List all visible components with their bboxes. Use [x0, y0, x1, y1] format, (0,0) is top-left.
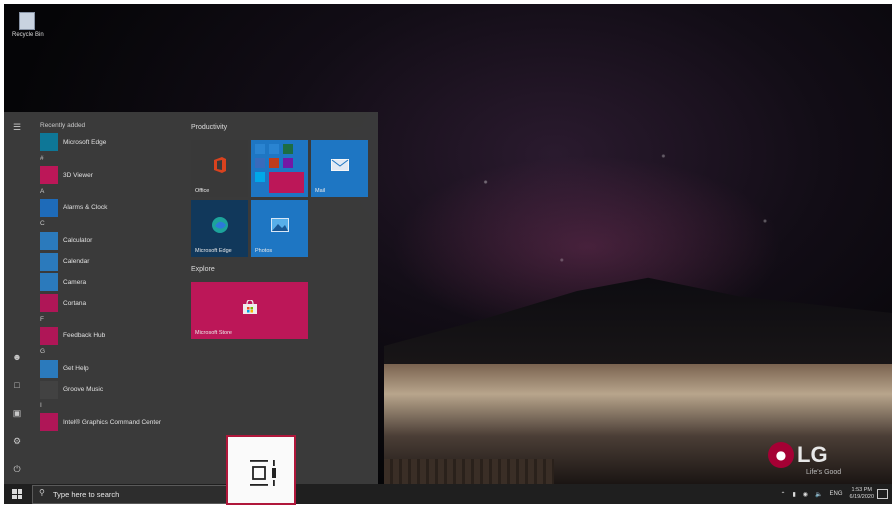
app-list: Recently added Microsoft Edge #3D Viewer A A…: [40, 120, 180, 433]
search-placeholder: Type here to search: [53, 490, 120, 499]
edge-icon: [40, 133, 58, 152]
lg-wordmark: LG: [797, 442, 828, 467]
tile-store-label: Microsoft Store: [195, 330, 232, 336]
action-center-icon[interactable]: [877, 489, 888, 499]
app-list-item-label: Microsoft Edge: [63, 138, 107, 146]
system-tray: ⌃ ▮ ◉ 🔈 ENG 1:53 PM 6/19/2020: [780, 487, 874, 501]
powerpoint-icon: [269, 158, 279, 168]
edge-icon: [211, 217, 228, 234]
app-list-section-header[interactable]: I: [40, 400, 180, 412]
tile-edge[interactable]: Microsoft Edge: [191, 200, 248, 257]
app-list-section-header[interactable]: A: [40, 186, 180, 198]
music-icon: [40, 380, 58, 399]
app-list-item[interactable]: 3D Viewer: [40, 165, 180, 186]
onenote-icon: [283, 158, 293, 168]
search-icon: ⚲: [39, 488, 45, 497]
user-icon[interactable]: ☻: [12, 352, 22, 362]
group-title-productivity: Productivity: [191, 124, 228, 131]
word-icon: [269, 144, 279, 154]
tile-office[interactable]: Office: [191, 140, 248, 197]
app-list-section-header[interactable]: F: [40, 314, 180, 326]
app-list-item-label: Cortana: [63, 299, 87, 307]
tile-mail[interactable]: Mail: [311, 140, 368, 197]
lg-logo: ● LG Life's Good: [768, 442, 841, 476]
recycle-bin[interactable]: Recycle Bin: [12, 12, 44, 38]
excel-icon: [283, 144, 293, 154]
tile-photos[interactable]: Photos: [251, 200, 308, 257]
app-list-item[interactable]: Alarms & Clock: [40, 198, 180, 219]
clock-time: 1:53 PM: [851, 487, 872, 493]
app-list-item-label: Intel® Graphics Command Center: [63, 418, 161, 426]
app-list-item-label: Camera: [63, 278, 87, 286]
tile-microsoft-store[interactable]: Microsoft Store: [191, 282, 308, 339]
app-list-item[interactable]: Cortana: [40, 293, 180, 314]
app-list-item[interactable]: Calculator: [40, 230, 180, 251]
settings-gear-icon[interactable]: ⚙: [12, 436, 22, 446]
tile-mail-label: Mail: [315, 188, 326, 194]
search-box[interactable]: ⚲ Type here to search: [32, 485, 230, 504]
app-list-item-label: Groove Music: [63, 386, 104, 394]
app-list-item-label: Alarms & Clock: [63, 204, 108, 212]
cortana-icon: [40, 294, 58, 313]
app-list-section-header[interactable]: #: [40, 153, 180, 165]
mail-icon: [330, 159, 349, 172]
task-view-icon: [250, 460, 276, 486]
pictures-icon[interactable]: ▣: [12, 408, 22, 418]
recycle-bin-icon: [19, 12, 35, 30]
clock-icon: [40, 198, 58, 217]
app-list-item[interactable]: Groove Music: [40, 379, 180, 400]
clock-date: 6/19/2020: [849, 494, 874, 500]
app-list-item[interactable]: Camera: [40, 272, 180, 293]
app-list-section-header[interactable]: Recently added: [40, 120, 180, 132]
lg-tagline: Life's Good: [806, 469, 842, 476]
app-list-item[interactable]: Intel® Graphics Command Center: [40, 412, 180, 433]
app-list-item[interactable]: Get Help: [40, 358, 180, 379]
app-list-item[interactable]: Microsoft Edge: [40, 132, 180, 153]
calendar-icon: [40, 252, 58, 271]
volume-icon[interactable]: 🔈: [815, 491, 822, 498]
store-bag-icon: [242, 300, 257, 315]
intel-icon: [40, 413, 58, 432]
power-icon[interactable]: ⏻: [12, 464, 22, 474]
help-icon: [40, 359, 58, 378]
network-icon[interactable]: ◉: [803, 491, 808, 498]
tile-office-label: Office: [195, 188, 210, 194]
photos-icon: [270, 218, 289, 233]
outlook-icon: [255, 144, 265, 154]
app-list-item-label: Get Help: [63, 365, 89, 373]
start-menu: ☰ ☻ □ ▣ ⚙ ⏻ Recently added Microsoft Edge…: [4, 112, 378, 484]
taskbar: ⚲ Type here to search ⌃ ▮ ◉ 🔈 ENG 1:53 P…: [4, 484, 892, 504]
recycle-bin-label: Recycle Bin: [12, 32, 44, 38]
skype-icon: [255, 172, 265, 182]
tile-folder-apps[interactable]: [251, 140, 308, 197]
feedback-icon: [40, 326, 58, 345]
tile-photos-label: Photos: [255, 248, 273, 254]
documents-icon[interactable]: □: [12, 380, 22, 390]
3d-viewer-icon: [40, 166, 58, 185]
group-title-explore: Explore: [191, 266, 215, 273]
app-list-item-label: Feedback Hub: [63, 332, 106, 340]
tile-edge-label: Microsoft Edge: [195, 248, 232, 254]
app-list-item-label: 3D Viewer: [63, 171, 93, 179]
language-indicator[interactable]: ENG: [830, 491, 843, 497]
app-list-section-header[interactable]: C: [40, 218, 180, 230]
hamburger-icon[interactable]: ☰: [12, 122, 22, 132]
lg-face-icon: ●: [768, 442, 794, 468]
chevron-up-icon[interactable]: ⌃: [780, 491, 785, 498]
task-view-button-highlight[interactable]: [226, 435, 296, 505]
windows-start-icon[interactable]: [12, 489, 22, 499]
start-left-rail: ☰ ☻ □ ▣ ⚙ ⏻: [4, 112, 30, 484]
onedrive-icon: [255, 158, 265, 168]
app-list-section-header[interactable]: G: [40, 346, 180, 358]
app-list-item-label: Calendar: [63, 258, 90, 266]
battery-icon[interactable]: ▮: [792, 491, 795, 498]
calculator-icon: [40, 231, 58, 250]
clock[interactable]: 1:53 PM 6/19/2020: [850, 487, 874, 501]
app-list-item[interactable]: Feedback Hub: [40, 326, 180, 347]
camera-icon: [40, 273, 58, 292]
tile-accent-block: [269, 172, 304, 193]
app-list-item-label: Calculator: [63, 237, 93, 245]
app-list-item[interactable]: Calendar: [40, 251, 180, 272]
office-icon: [213, 157, 226, 174]
